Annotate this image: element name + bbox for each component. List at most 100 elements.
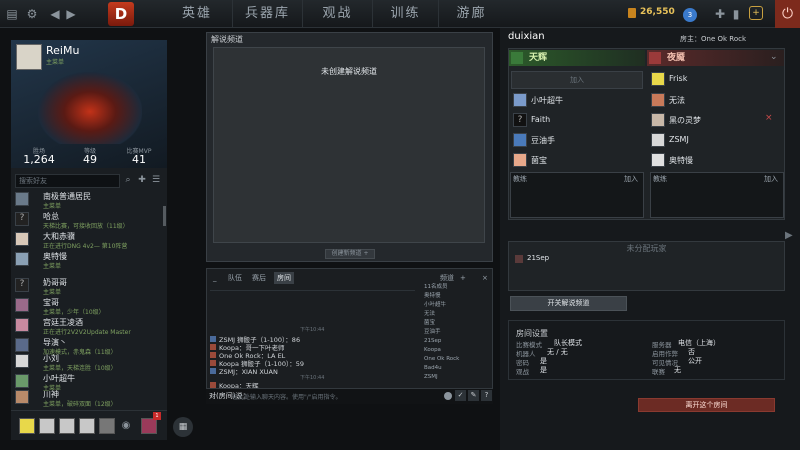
avatar: ?: [15, 212, 29, 226]
chat-member[interactable]: 21Sep: [424, 338, 441, 344]
chat-message: ZSMJ：XIAN XUAN: [210, 366, 278, 376]
gold-amount: 26,550: [640, 7, 675, 17]
radiant-icon: [511, 52, 523, 64]
friend-search-input[interactable]: 搜索好友: [15, 174, 120, 188]
avatar: [15, 390, 29, 404]
pause-icon[interactable]: ▮: [728, 0, 744, 28]
dire-player-slot[interactable]: ZSMJ: [647, 130, 784, 150]
avatar: [15, 338, 29, 352]
search-icon[interactable]: ⌕: [122, 168, 134, 192]
avatar: [515, 255, 523, 263]
chat-member[interactable]: 豆油手: [424, 327, 441, 335]
dire-player-slot[interactable]: 黑の灵梦: [647, 110, 784, 130]
group-icon[interactable]: ☰: [150, 168, 162, 192]
party-slot[interactable]: [141, 418, 157, 434]
chat-minimize-icon[interactable]: _: [213, 272, 217, 284]
radiant-header: 天辉: [509, 50, 645, 66]
party-slot[interactable]: [19, 418, 35, 434]
dota-logo-icon[interactable]: D: [108, 2, 134, 26]
friend-item[interactable]: 奥特慢 主菜单: [13, 250, 163, 274]
add-friend-icon[interactable]: ✚: [136, 168, 148, 192]
chat-toggle-icon[interactable]: ▦: [173, 417, 193, 437]
nav-armory[interactable]: 兵器库: [232, 0, 302, 28]
avatar[interactable]: [16, 44, 42, 70]
close-icon[interactable]: ×: [482, 272, 488, 284]
chevron-down-icon[interactable]: ⌄: [770, 52, 778, 62]
chat-member[interactable]: 无法: [424, 309, 435, 317]
setting-server: 电信（上海）: [678, 339, 720, 347]
gear-icon[interactable]: ⚙: [24, 0, 40, 28]
chat-member[interactable]: One Ok Rock: [424, 356, 459, 362]
hero-portrait: [38, 72, 142, 144]
radiant-player-slot[interactable]: ? Faith: [509, 110, 645, 130]
party-slot[interactable]: [59, 418, 75, 434]
tab-team[interactable]: 队伍: [228, 272, 242, 284]
friend-item[interactable]: 川神 主菜单，破碎双面（12级）: [13, 388, 163, 408]
kick-icon[interactable]: ×: [765, 113, 773, 123]
add-channel-icon[interactable]: +: [460, 272, 466, 284]
unassigned-player[interactable]: 21Sep: [527, 254, 549, 262]
leave-lobby-button[interactable]: 离开这个房间: [638, 398, 775, 412]
nav-learn[interactable]: 训练: [372, 0, 438, 28]
avatar: [651, 113, 665, 127]
party-slot[interactable]: [39, 418, 55, 434]
chat-input-placeholder: 在此处输入聊天内容。使用"/"启用指令。: [232, 394, 342, 401]
dire-header: 夜魇: [647, 50, 784, 66]
toggle-broadcast-button[interactable]: 开关解说频道: [510, 296, 627, 311]
radiant-player-slot[interactable]: 豆油手: [509, 130, 645, 150]
nav-watch[interactable]: 观战: [302, 0, 372, 28]
emoji-icon[interactable]: [444, 392, 452, 400]
forward-icon[interactable]: ▶: [64, 0, 78, 28]
settings-icon[interactable]: ✎: [468, 390, 479, 401]
setting-league: 无: [674, 366, 681, 374]
broadcast-title: 解说频道: [211, 35, 243, 44]
radiant-coach-label: 教练: [513, 175, 527, 183]
avatar: [513, 153, 527, 167]
lobby-name: duixian: [508, 31, 545, 42]
chat-member[interactable]: 菌宝: [424, 318, 435, 326]
chat-member[interactable]: ZSMJ: [424, 374, 438, 380]
dire-player-slot[interactable]: 无法: [647, 90, 784, 110]
friend-list: 南极普通居民 主菜单 ? 哈总 天梯比赛，可接收回放（11级） 大和赤骥 正在进…: [13, 190, 163, 408]
chat-member[interactable]: 奥特慢: [424, 291, 441, 299]
avatar: ?: [15, 278, 29, 292]
tab-postgame[interactable]: 赛后: [252, 272, 266, 284]
avatar: [15, 374, 29, 388]
tab-room[interactable]: 房间: [274, 272, 294, 284]
notification-badge[interactable]: 3: [683, 8, 697, 22]
avatar: [15, 192, 29, 206]
menu-icon[interactable]: ▤: [4, 0, 20, 28]
broadcast-empty-text: 未创建解说频道: [321, 67, 377, 76]
dire-player-slot[interactable]: Frisk: [647, 69, 784, 89]
party-slot[interactable]: [99, 418, 115, 434]
friend-list-scrollbar[interactable]: [163, 206, 166, 226]
user-status: 主菜单: [46, 59, 65, 66]
scroll-right-icon[interactable]: ▶: [785, 230, 793, 241]
join-radiant-button[interactable]: 加入: [511, 71, 643, 89]
avatar: [513, 93, 527, 107]
power-icon[interactable]: ⏻: [775, 0, 800, 28]
radiant-coach-join[interactable]: 加入: [624, 174, 638, 184]
back-icon[interactable]: ◀: [48, 0, 62, 28]
nav-heroes[interactable]: 英雄: [162, 0, 232, 28]
headset-icon[interactable]: ◉: [119, 412, 133, 440]
nav-arcade[interactable]: 游廊: [438, 0, 504, 28]
chat-member[interactable]: Bad4u: [424, 365, 442, 371]
party-slot[interactable]: [79, 418, 95, 434]
lobby-host: 房主：One Ok Rock: [680, 35, 747, 43]
plus-icon[interactable]: +: [749, 6, 763, 20]
create-channel-button[interactable]: 创建新频道 +: [325, 249, 375, 259]
help-icon[interactable]: ?: [481, 390, 492, 401]
dire-coach-join[interactable]: 加入: [764, 174, 778, 184]
radiant-player-slot[interactable]: 小叶超牛: [509, 90, 645, 110]
chat-member[interactable]: Koopa: [424, 347, 441, 353]
check-icon[interactable]: ✓: [455, 390, 466, 401]
stat-value-level: 49: [83, 153, 97, 166]
chat-member[interactable]: 小叶超牛: [424, 300, 446, 308]
avatar: [651, 72, 665, 86]
setting-visibility: 公开: [688, 357, 702, 365]
dire-player-slot[interactable]: 奥特慢: [647, 150, 784, 170]
dire-coach-label: 教练: [653, 175, 667, 183]
battlepass-icon[interactable]: ✚: [712, 0, 728, 28]
radiant-player-slot[interactable]: 菌宝: [509, 150, 645, 170]
